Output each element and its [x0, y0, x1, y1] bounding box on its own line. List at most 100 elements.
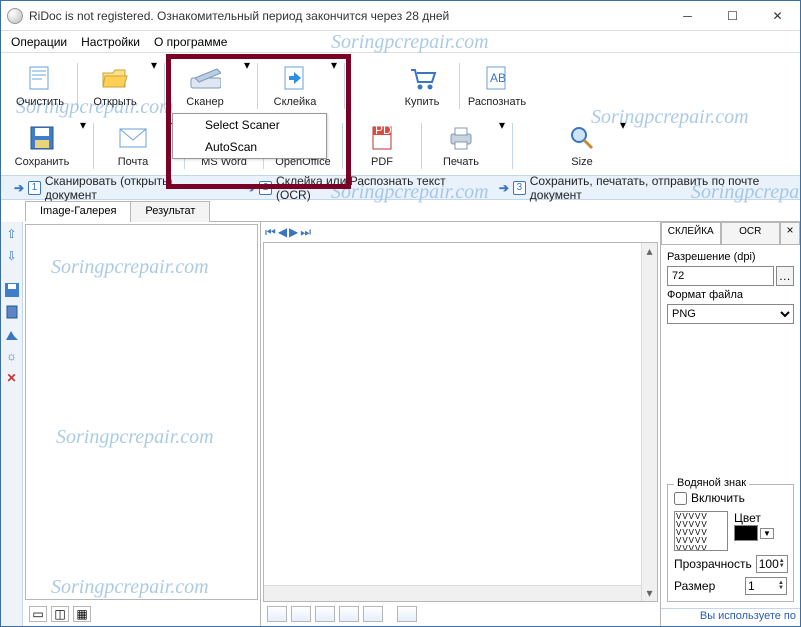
preview-hscroll[interactable]	[264, 585, 641, 601]
view-mode-1[interactable]: ▭	[29, 606, 47, 622]
arrow-up-icon[interactable]: ⇧	[4, 226, 20, 242]
preview-vscroll[interactable]: ▴ ▾	[641, 243, 657, 601]
minimize-button[interactable]: ─	[665, 1, 710, 30]
watermark-enable-label: Включить	[691, 491, 745, 505]
size-field-label: Размер	[674, 579, 715, 593]
save-dropdown[interactable]: ▾	[77, 117, 89, 133]
thumb-5[interactable]	[363, 606, 383, 622]
tab-gallery[interactable]: Image-Галерея	[25, 201, 131, 222]
thumb-1[interactable]	[267, 606, 287, 622]
svg-text:PDF: PDF	[375, 124, 395, 137]
recognize-label: Распознать	[468, 96, 526, 108]
nav-first-icon[interactable]: ⏮	[265, 225, 276, 240]
arrow-down-icon[interactable]: ⇩	[4, 248, 20, 264]
brightness-icon[interactable]: ☼	[4, 348, 20, 364]
mountain-icon[interactable]	[4, 326, 20, 342]
close-button[interactable]: ✕	[755, 1, 800, 30]
size-button[interactable]: Size	[547, 117, 617, 175]
clipboard-icon[interactable]	[4, 304, 20, 320]
open-dropdown[interactable]: ▾	[148, 57, 160, 73]
gallery-panel: ▭ ◫ ▦	[23, 222, 261, 626]
preview-thumbbar	[261, 602, 660, 626]
ocr-icon: AB	[481, 62, 513, 94]
main-area: ⇧ ⇩ ☼ ✕ ▭ ◫ ▦ ⏮ ◀ ▶ ⏭	[1, 222, 800, 626]
autoscan-item[interactable]: AutoScan	[173, 136, 326, 158]
stitch-button[interactable]: Склейка	[262, 57, 328, 115]
view-mode-2[interactable]: ◫	[51, 606, 69, 622]
nav-next-icon[interactable]: ▶	[289, 225, 298, 239]
scroll-up-icon[interactable]: ▴	[642, 243, 657, 259]
buy-label: Купить	[405, 96, 440, 108]
right-panel: СКЛЕЙКА OCR × Разрешение (dpi) … Формат …	[660, 222, 800, 626]
color-swatch[interactable]	[734, 525, 758, 541]
print-label: Печать	[443, 156, 479, 168]
mail-label: Почта	[118, 156, 149, 168]
dpi-more-button[interactable]: …	[776, 266, 795, 286]
stitch-label: Склейка	[274, 96, 317, 108]
select-scanner-item[interactable]: Select Scaner	[173, 114, 326, 136]
new-sheet-icon	[24, 62, 56, 94]
maximize-button[interactable]: ☐	[710, 1, 755, 30]
window-title: RiDoc is not registered. Ознакомительный…	[29, 9, 665, 23]
print-dropdown[interactable]: ▾	[496, 117, 508, 133]
gallery-viewbar: ▭ ◫ ▦	[23, 602, 260, 626]
step-2-label: Склейка или Распознать текст (OCR)	[276, 174, 463, 202]
right-tab-ocr[interactable]: OCR	[721, 222, 781, 244]
delete-icon[interactable]: ✕	[4, 370, 20, 386]
view-mode-3[interactable]: ▦	[73, 606, 91, 622]
print-button[interactable]: Печать	[426, 117, 496, 175]
scan-label: Сканер	[186, 96, 223, 108]
save-button[interactable]: Сохранить	[7, 117, 77, 175]
tab-result[interactable]: Результат	[130, 201, 210, 222]
thumb-3[interactable]	[315, 606, 335, 622]
save-icon	[26, 122, 58, 154]
size-spinner[interactable]: 1▲▼	[745, 577, 787, 595]
thumb-2[interactable]	[291, 606, 311, 622]
menu-operations[interactable]: Операции	[5, 33, 73, 51]
app-icon	[7, 8, 23, 24]
menubar: Операции Настройки О программе	[1, 31, 800, 53]
pdf-icon: PDF	[366, 122, 398, 154]
app-window: Soringpcrepair.com Soringpcrepair.com So…	[0, 0, 801, 627]
opacity-spinner[interactable]: 100▲▼	[756, 555, 788, 573]
format-label: Формат файла	[667, 289, 794, 301]
preview-nav: ⏮ ◀ ▶ ⏭	[261, 222, 660, 242]
gallery-content[interactable]	[25, 224, 258, 600]
color-dropdown-icon[interactable]: ▼	[760, 528, 774, 539]
folder-open-icon	[99, 62, 131, 94]
right-tab-stitch[interactable]: СКЛЕЙКА	[661, 222, 721, 244]
preview-content[interactable]: ▴ ▾	[263, 242, 658, 602]
scroll-down-icon[interactable]: ▾	[642, 585, 657, 601]
mail-button[interactable]: Почта	[98, 117, 168, 175]
thumb-4[interactable]	[339, 606, 359, 622]
titlebar: RiDoc is not registered. Ознакомительный…	[1, 1, 800, 31]
preview-panel: ⏮ ◀ ▶ ⏭ ▴ ▾	[261, 222, 660, 626]
watermark-pattern[interactable]: VVVVVVVVVVVVVVVVVVVVVVVVV	[674, 511, 728, 551]
printer-icon	[445, 122, 477, 154]
nav-prev-icon[interactable]: ◀	[278, 225, 287, 239]
nav-last-icon[interactable]: ⏭	[300, 225, 311, 240]
status-bar: Вы используете по	[661, 608, 800, 626]
scan-button[interactable]: Сканер	[169, 57, 241, 115]
thumb-6[interactable]	[397, 606, 417, 622]
recognize-button[interactable]: AB Распознать	[464, 57, 530, 115]
pdf-button[interactable]: PDF PDF	[347, 117, 417, 175]
size-dropdown[interactable]: ▾	[617, 117, 629, 133]
gallery-tabs: Image-Галерея Результат	[25, 200, 800, 222]
stitch-dropdown[interactable]: ▾	[328, 57, 340, 73]
left-toolstrip: ⇧ ⇩ ☼ ✕	[1, 222, 23, 626]
clear-button[interactable]: Очистить	[7, 57, 73, 115]
color-label: Цвет	[734, 511, 774, 525]
menu-about[interactable]: О программе	[148, 33, 233, 51]
scan-dropdown[interactable]: ▾	[241, 57, 253, 73]
buy-button[interactable]: Купить	[389, 57, 455, 115]
scanner-icon	[189, 62, 221, 94]
format-select[interactable]: PNG	[667, 304, 794, 324]
save-small-icon[interactable]	[4, 282, 20, 298]
menu-settings[interactable]: Настройки	[75, 33, 146, 51]
open-button[interactable]: Открыть	[82, 57, 148, 115]
dpi-input[interactable]	[667, 266, 774, 286]
right-panel-close[interactable]: ×	[780, 222, 800, 244]
watermark-enable-checkbox[interactable]	[674, 492, 687, 505]
toolbar: Очистить Открыть ▾ Сканер ▾ Склейка ▾	[1, 53, 800, 176]
